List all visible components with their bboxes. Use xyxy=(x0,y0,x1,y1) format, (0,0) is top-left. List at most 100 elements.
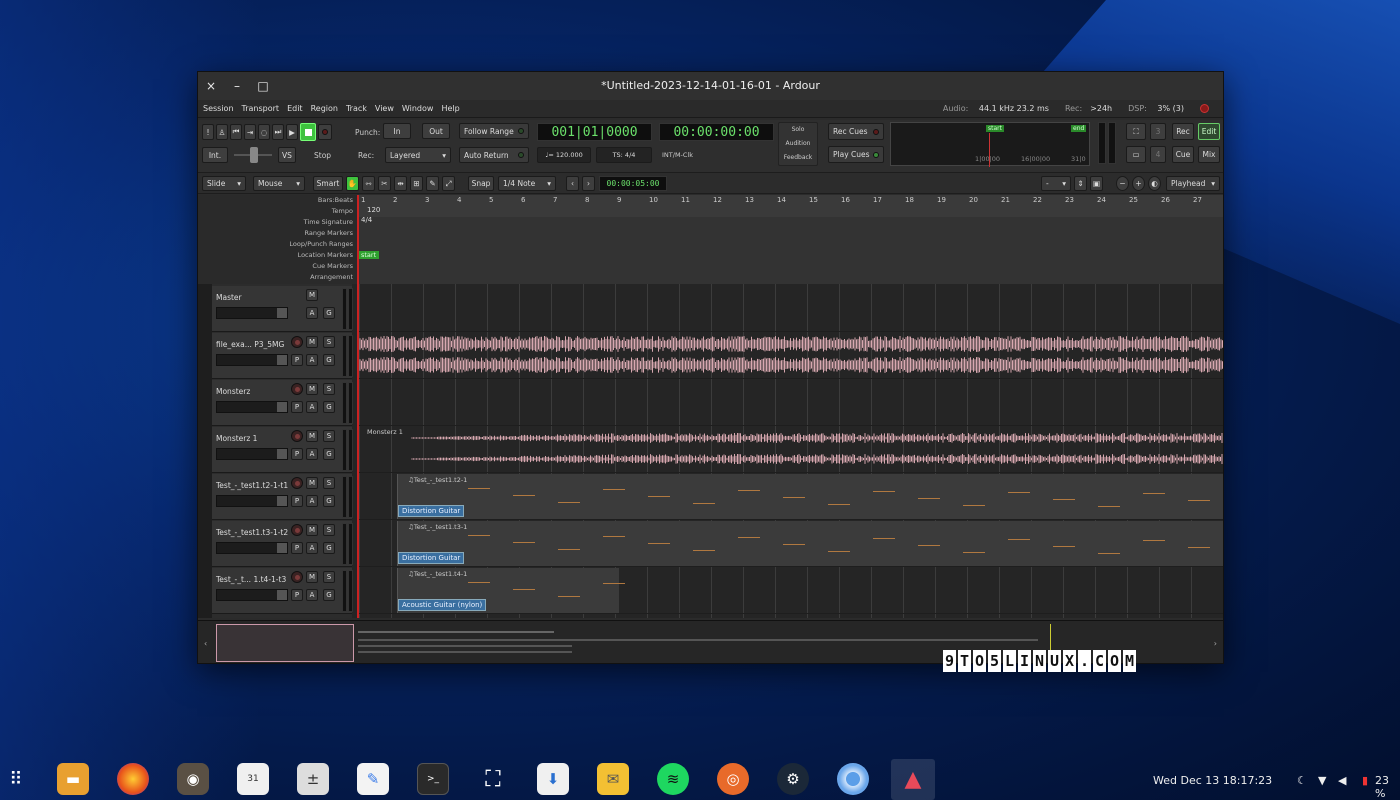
mail-icon[interactable]: ✉ xyxy=(597,763,629,795)
menu-region[interactable]: Region xyxy=(311,104,338,113)
group-button[interactable]: G xyxy=(323,401,335,413)
track-gain-fader[interactable] xyxy=(216,354,288,366)
menu-window[interactable]: Window xyxy=(402,104,434,113)
shrink-tracks-icon[interactable]: ⇕ xyxy=(1074,176,1087,191)
steam-icon[interactable]: ⚙ xyxy=(777,763,809,795)
track-header[interactable]: Test_-_t... 1.t4-1-t3 M S P A G xyxy=(212,568,353,614)
software-icon[interactable]: ⬇ xyxy=(537,763,569,795)
mute-button[interactable]: M xyxy=(306,336,318,348)
menu-transport[interactable]: Transport xyxy=(242,104,280,113)
track-lane[interactable]: Monsterz 1 xyxy=(357,427,1223,473)
track-lane[interactable]: ♫Test_-_test1.t2-1 Distortion Guitar xyxy=(357,474,1223,520)
track-lane[interactable] xyxy=(357,380,1223,426)
video-icon[interactable]: ▭ xyxy=(1126,146,1146,163)
battery-icon[interactable]: ▮ xyxy=(1362,774,1368,787)
smart-mode-button[interactable]: Smart xyxy=(313,176,343,191)
edit-mode-select[interactable]: Slide ▾ xyxy=(202,176,246,191)
track-header[interactable]: Monsterz M S P A G xyxy=(212,380,353,426)
track-gain-fader[interactable] xyxy=(216,401,288,413)
ruler-cue-markers[interactable]: Cue Markers xyxy=(198,261,356,272)
track-gain-fader[interactable] xyxy=(216,307,288,319)
automation-button[interactable]: A xyxy=(306,542,318,554)
track-gain-fader[interactable] xyxy=(216,589,288,601)
goto-end-icon[interactable]: ⏭ xyxy=(272,124,284,140)
track-name[interactable]: Monsterz xyxy=(216,387,250,396)
mute-button[interactable]: M xyxy=(306,524,318,536)
tempo-display[interactable]: ♩= 120.000 xyxy=(537,147,591,163)
grid-tool-icon[interactable]: ⊞ xyxy=(410,176,423,191)
track-gain-fader[interactable] xyxy=(216,542,288,554)
xfburn-icon[interactable]: ◎ xyxy=(717,763,749,795)
zoom-in-icon[interactable]: + xyxy=(1132,176,1145,191)
ruler-bars-beats[interactable]: Bars:Beats xyxy=(198,195,356,206)
close-button[interactable]: × xyxy=(198,79,224,93)
automation-button[interactable]: A xyxy=(306,448,318,460)
automation-button[interactable]: A xyxy=(306,307,318,319)
automation-button[interactable]: A xyxy=(306,401,318,413)
zoom-session-icon[interactable]: ◐ xyxy=(1148,176,1161,191)
stop-icon[interactable] xyxy=(300,123,316,141)
playlist-button[interactable]: P xyxy=(291,448,303,460)
solo-button[interactable]: S xyxy=(323,336,335,348)
audition-button[interactable]: Audition xyxy=(779,140,817,147)
start-marker[interactable]: start xyxy=(358,251,380,259)
nudge-back-icon[interactable]: ‹ xyxy=(566,176,579,191)
expand-tracks-icon[interactable]: ▣ xyxy=(1090,176,1103,191)
ruler-area[interactable]: 1 2 3 4 5 6 7 8 9 10 11 12 13 14 15 16 17 18 19 20 21 22 23 24 2… xyxy=(357,195,1223,284)
metronome-icon[interactable]: ♙ xyxy=(216,124,228,140)
ruler-time-signature[interactable]: Time Signature xyxy=(198,217,356,228)
wifi-icon[interactable]: ▼ xyxy=(1318,774,1326,787)
gimp-icon[interactable]: ◉ xyxy=(177,763,209,795)
apps-grid-icon[interactable]: ⠿ xyxy=(0,763,32,795)
mute-button[interactable]: M xyxy=(306,289,318,301)
rec-window-button[interactable]: Rec xyxy=(1172,123,1194,140)
record-arm-icon[interactable] xyxy=(291,430,303,442)
mute-button[interactable]: M xyxy=(306,571,318,583)
draw-tool-icon[interactable]: ✎ xyxy=(426,176,439,191)
shuttle-knob[interactable] xyxy=(250,147,258,163)
night-mode-icon[interactable]: ☾ xyxy=(1297,774,1307,787)
track-name[interactable]: file_exa... P3_5MG xyxy=(216,340,284,349)
menu-help[interactable]: Help xyxy=(441,104,459,113)
secondary-clock[interactable]: 00:00:00:00 xyxy=(659,123,774,141)
grab-tool-icon[interactable]: ✋ xyxy=(346,176,359,191)
record-arm-icon[interactable] xyxy=(291,383,303,395)
midi-region[interactable]: ♫Test_-_test1.t4-1 Acoustic Guitar (nylon… xyxy=(397,568,625,613)
playlist-button[interactable]: P xyxy=(291,542,303,554)
summary-scroll-left-icon[interactable]: ‹ xyxy=(204,639,207,648)
playhead[interactable] xyxy=(357,195,359,284)
cue-page-3-button[interactable]: 3 xyxy=(1150,123,1166,140)
ruler-location-markers[interactable]: Location Markers xyxy=(198,250,356,261)
stretch-tool-icon[interactable]: ⇹ xyxy=(394,176,407,191)
primary-clock[interactable]: 001|01|0000 xyxy=(537,123,652,141)
track-name[interactable]: Test_-_test1.t2-1-t1 xyxy=(216,481,288,490)
goto-start-icon[interactable]: ⏮ xyxy=(230,124,242,140)
midi-region[interactable]: ♫Test_-_test1.t3-1 Distortion Guitar xyxy=(397,521,1223,566)
track-lane[interactable] xyxy=(357,286,1223,332)
record-arm-icon[interactable] xyxy=(291,524,303,536)
ardour-taskbar-icon[interactable]: ▲ xyxy=(891,759,935,800)
content-tool-icon[interactable]: ⤢ xyxy=(442,176,455,191)
group-button[interactable]: G xyxy=(323,495,335,507)
ripple-mode-select[interactable]: Mouse ▾ xyxy=(253,176,305,191)
track-gain-fader[interactable] xyxy=(216,448,288,460)
rec-mode-select[interactable]: Layered ▾ xyxy=(385,147,451,163)
automation-button[interactable]: A xyxy=(306,354,318,366)
firefox-icon[interactable] xyxy=(117,763,149,795)
calculator-icon[interactable]: ± xyxy=(297,763,329,795)
loop-icon[interactable]: ◌ xyxy=(258,124,270,140)
group-button[interactable]: G xyxy=(323,589,335,601)
ruler-tempo[interactable]: Tempo xyxy=(198,206,356,217)
track-lane[interactable] xyxy=(357,333,1223,379)
track-name[interactable]: Test_-_test1.t3-1-t2 xyxy=(216,528,288,537)
title-bar[interactable]: × – □ *Untitled-2023-12-14-01-16-01 - Ar… xyxy=(198,72,1223,100)
zoom-focus-select[interactable]: Playhead ▾ xyxy=(1166,176,1220,191)
mix-window-button[interactable]: Mix xyxy=(1198,146,1220,163)
edit-window-button[interactable]: Edit xyxy=(1198,123,1220,140)
record-arm-icon[interactable] xyxy=(291,336,303,348)
instrument-label[interactable]: Acoustic Guitar (nylon) xyxy=(398,599,487,611)
play-cues-button[interactable]: Play Cues xyxy=(828,146,884,163)
track-header[interactable]: Test_-_test1.t3-1-t2 M S P A G xyxy=(212,521,353,567)
menu-view[interactable]: View xyxy=(375,104,394,113)
cut-tool-icon[interactable]: ✂ xyxy=(378,176,391,191)
